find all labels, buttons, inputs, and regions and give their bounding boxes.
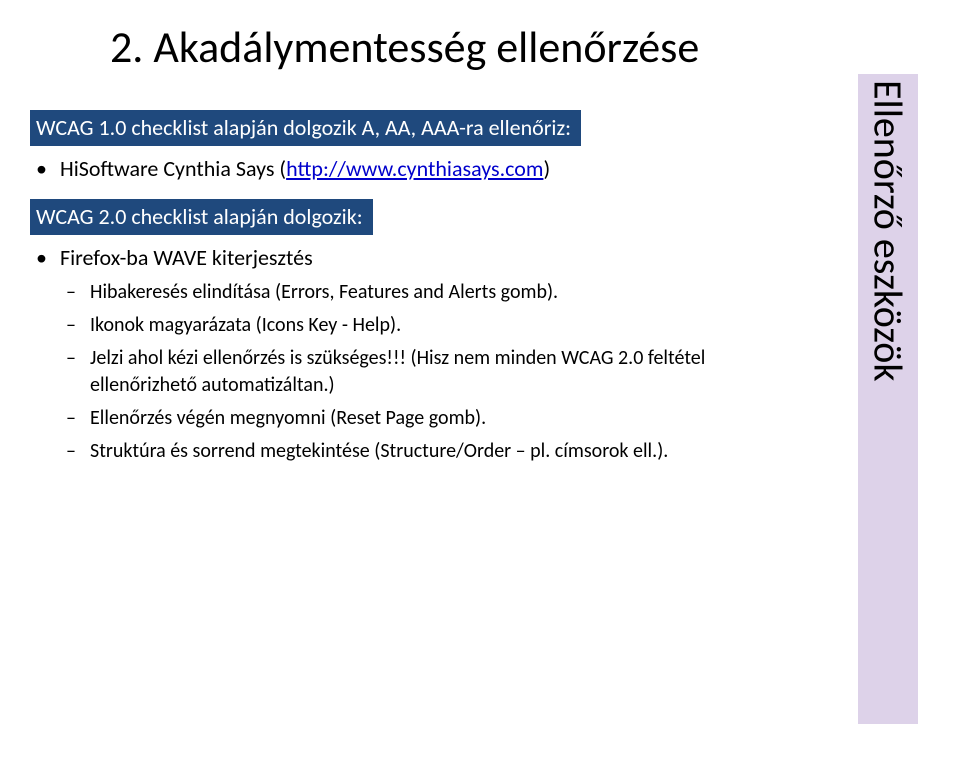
section2-label: WCAG 2.0 checklist alapján dolgozik: bbox=[30, 199, 373, 235]
list-item: Hibakeresés elindítása (Errors, Features… bbox=[60, 279, 810, 306]
slide-content: WCAG 1.0 checklist alapján dolgozik A, A… bbox=[0, 74, 810, 465]
section1-label: WCAG 1.0 checklist alapján dolgozik A, A… bbox=[30, 110, 581, 146]
section2-sublist: Hibakeresés elindítása (Errors, Features… bbox=[60, 279, 810, 465]
section2-list: Firefox-ba WAVE kiterjesztés Hibakeresés… bbox=[30, 243, 810, 465]
list-item: Jelzi ahol kézi ellenőrzés is szükséges!… bbox=[60, 345, 810, 399]
sidebar-label: Ellenőrző eszközök bbox=[864, 80, 913, 382]
list-item: Ikonok magyarázata (Icons Key - Help). bbox=[60, 312, 810, 339]
list-item: Firefox-ba WAVE kiterjesztés Hibakeresés… bbox=[30, 243, 810, 465]
list-item: HiSoftware Cynthia Says (http://www.cynt… bbox=[30, 154, 810, 184]
list-item: Ellenőrzés végén megnyomni (Reset Page g… bbox=[60, 405, 810, 432]
sidebar: Ellenőrző eszközök bbox=[858, 74, 918, 724]
item-text: Firefox-ba WAVE kiterjesztés bbox=[60, 244, 313, 271]
item-text-suffix: ) bbox=[543, 155, 550, 182]
item-text: HiSoftware Cynthia Says ( bbox=[60, 155, 286, 182]
slide: 2. Akadálymentesség ellenőrzése WCAG 1.0… bbox=[0, 0, 960, 775]
section1-list: HiSoftware Cynthia Says (http://www.cynt… bbox=[30, 154, 810, 184]
slide-title: 2. Akadálymentesség ellenőrzése bbox=[0, 0, 960, 74]
list-item: Struktúra és sorrend megtekintése (Struc… bbox=[60, 438, 810, 465]
cynthiasays-link[interactable]: http://www.cynthiasays.com bbox=[286, 155, 543, 182]
